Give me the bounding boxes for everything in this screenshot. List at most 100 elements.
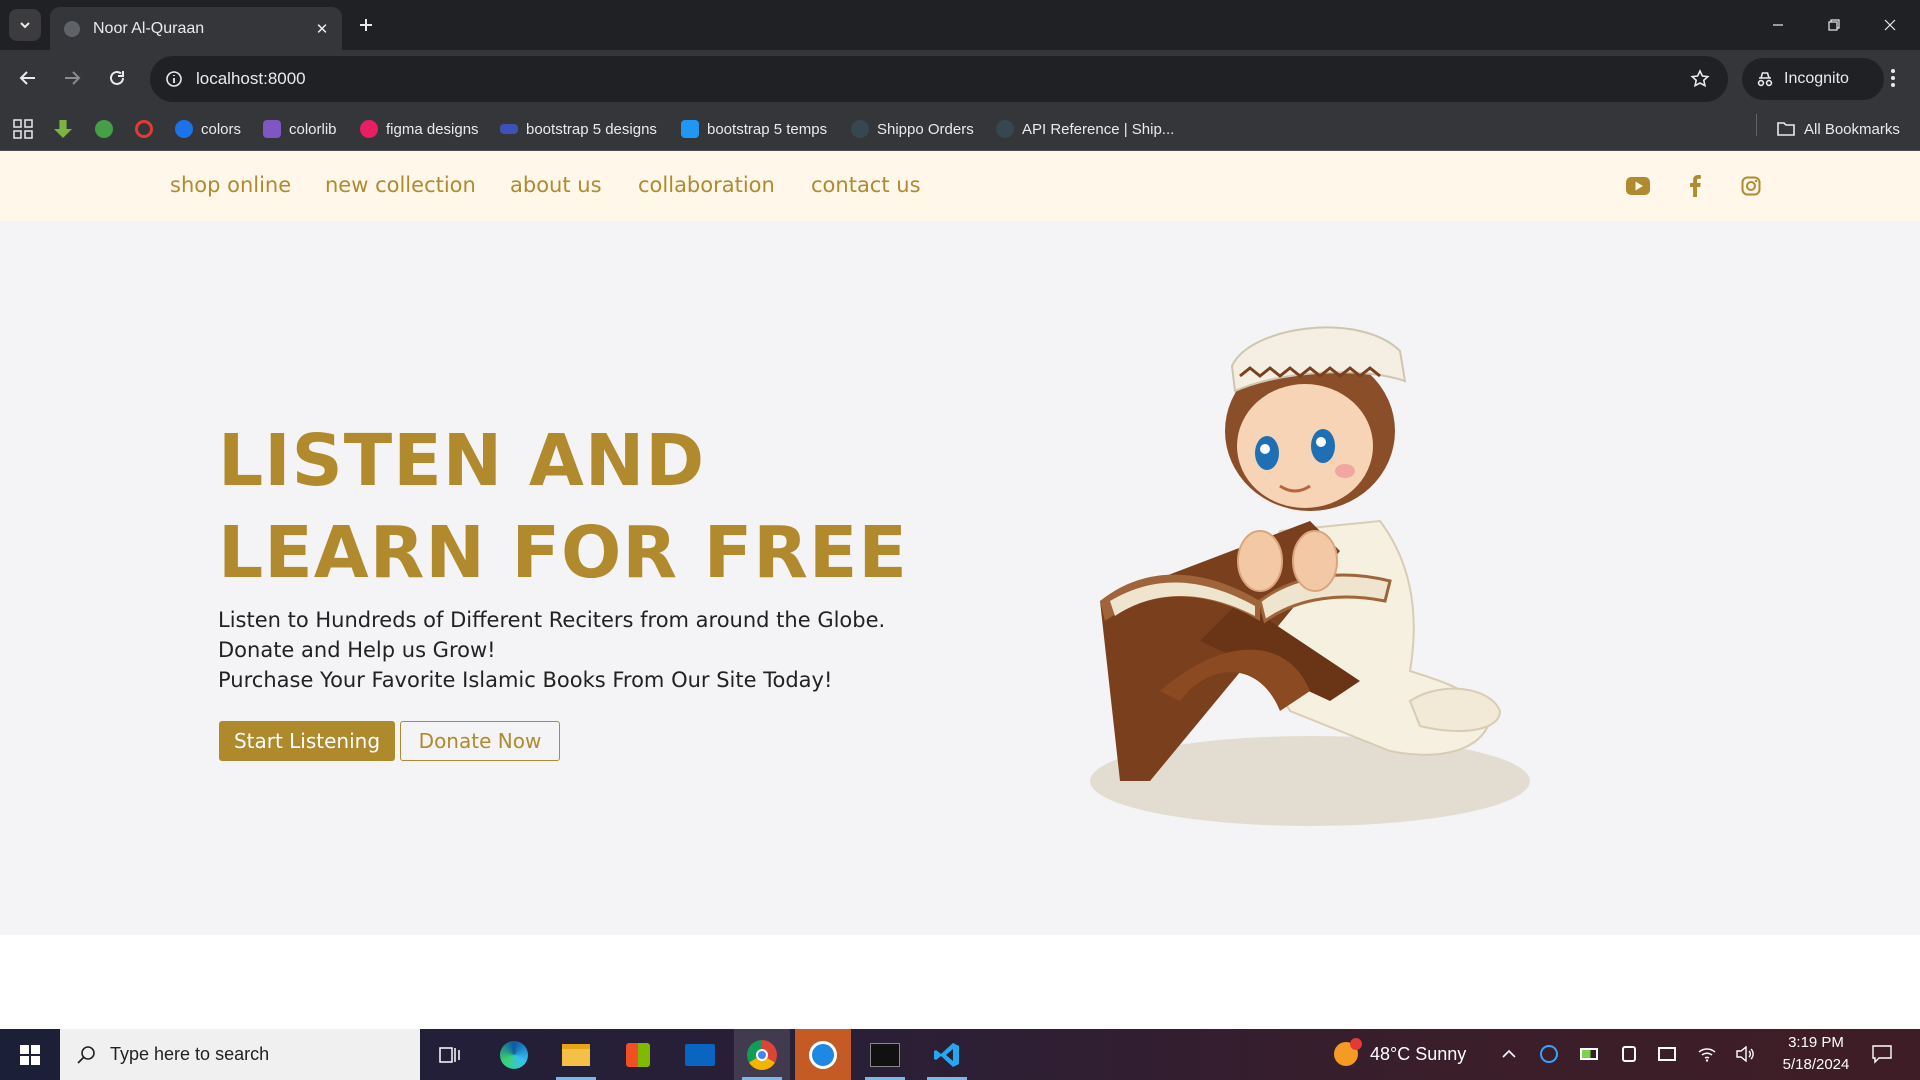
search-placeholder: Type here to search (110, 1044, 270, 1064)
back-button[interactable] (12, 62, 44, 94)
plus-icon (360, 19, 372, 31)
hero-text-line-1: Listen to Hundreds of Different Reciters… (218, 608, 886, 632)
task-view-button[interactable] (422, 1029, 478, 1080)
nav-link-new-collection[interactable]: new collection (325, 173, 476, 197)
colors-favicon-icon (175, 120, 193, 138)
bookmark-figma-designs[interactable]: figma designs (360, 117, 479, 141)
donate-now-button[interactable]: Donate Now (400, 721, 560, 761)
browser-tab-active[interactable]: Noor Al-Quraan ✕ (50, 7, 342, 50)
start-listening-button[interactable]: Start Listening (219, 721, 395, 761)
bookmark-star-icon[interactable] (1686, 65, 1714, 93)
shippo-favicon-icon (851, 120, 869, 138)
battery-icon[interactable] (1578, 1043, 1600, 1065)
forward-button[interactable] (56, 62, 88, 94)
browser-toolbar: localhost:8000 Incognito (0, 50, 1920, 107)
notifications-button[interactable] (1868, 1043, 1896, 1065)
meet-icon[interactable] (1618, 1043, 1640, 1065)
bookmark-api-reference[interactable]: API Reference | Ship... (996, 117, 1174, 141)
url-text[interactable]: localhost:8000 (196, 69, 1686, 89)
bookmarks-bar: colors colorlib figma designs bootstrap … (0, 107, 1920, 151)
wifi-icon[interactable] (1696, 1043, 1718, 1065)
all-bookmarks-button[interactable]: All Bookmarks (1776, 117, 1900, 141)
incognito-icon (1756, 71, 1774, 87)
nav-link-about-us[interactable]: about us (510, 173, 602, 197)
edge-icon (500, 1040, 528, 1069)
terminal-icon (870, 1042, 900, 1067)
hero-title: LISTEN AND LEARN FOR FREE (218, 415, 908, 599)
taskbar-chrome[interactable] (734, 1029, 790, 1080)
new-tab-button[interactable] (352, 11, 380, 39)
nav-link-contact-us[interactable]: contact us (811, 173, 921, 197)
nav-link-shop-online[interactable]: shop online (170, 173, 291, 197)
close-window-button[interactable] (1862, 0, 1918, 50)
taskbar-terminal[interactable] (857, 1029, 913, 1080)
minimize-icon (1773, 24, 1783, 26)
apps-shortcut[interactable] (12, 117, 34, 141)
film-reel-icon (809, 1040, 837, 1069)
weather-icon[interactable] (1332, 1038, 1362, 1068)
store-icon (626, 1042, 650, 1067)
vscode-icon (934, 1042, 959, 1067)
reload-button[interactable] (101, 62, 133, 94)
bookmark-fh-shortcut[interactable] (95, 117, 113, 141)
taskbar-vscode[interactable] (919, 1029, 975, 1080)
tray-app-icon[interactable] (1538, 1043, 1560, 1065)
folder-icon (1777, 122, 1795, 136)
bookmark-colorlib[interactable]: colorlib (263, 117, 337, 141)
boy-reading-quran-illustration (1090, 326, 1530, 826)
weather-text[interactable]: 48°C Sunny (1370, 1044, 1466, 1065)
clock-time[interactable]: 3:19 PM (1782, 1034, 1850, 1051)
bookmark-shippo-orders[interactable]: Shippo Orders (851, 117, 974, 141)
hero-title-line-1: LISTEN AND (218, 419, 706, 502)
shippo-favicon-icon (996, 120, 1014, 138)
notification-icon (1872, 1045, 1892, 1064)
arrow-left-icon (19, 71, 35, 85)
download-arrow-icon (54, 120, 72, 138)
tab-search-button[interactable] (9, 9, 41, 41)
taskbar-edge[interactable] (486, 1029, 542, 1080)
site-navbar: shop online new collection about us coll… (0, 151, 1920, 221)
hero-title-line-2: LEARN FOR FREE (218, 511, 908, 594)
bookmarks-divider (1756, 114, 1757, 136)
colorlib-favicon-icon (263, 120, 281, 138)
folder-icon (562, 1043, 590, 1066)
bookmark-target-shortcut[interactable] (135, 117, 153, 141)
bookmark-bootstrap-5-temps[interactable]: bootstrap 5 temps (681, 117, 827, 141)
bootstrap-favicon-icon (681, 120, 699, 138)
address-bar[interactable]: localhost:8000 (150, 56, 1728, 102)
mdb-favicon-icon (500, 124, 518, 134)
bookmark-bootstrap-5-designs[interactable]: bootstrap 5 designs (500, 117, 657, 141)
facebook-icon[interactable] (1682, 173, 1708, 199)
taskbar-app-orange[interactable] (795, 1029, 851, 1080)
minimize-button[interactable] (1750, 0, 1806, 50)
taskbar-store[interactable] (610, 1029, 666, 1080)
hero-text-line-3: Purchase Your Favorite Islamic Books Fro… (218, 668, 833, 692)
restore-button[interactable] (1806, 0, 1862, 50)
bookmark-download-shortcut[interactable] (54, 117, 72, 141)
task-view-icon (439, 1046, 460, 1063)
clock-date[interactable]: 5/18/2024 (1776, 1056, 1856, 1073)
chrome-icon (747, 1039, 777, 1070)
show-hidden-icons-button[interactable] (1498, 1043, 1520, 1065)
chevron-up-icon (1502, 1049, 1516, 1058)
display-icon[interactable] (1656, 1043, 1678, 1065)
browser-menu-button[interactable] (1878, 63, 1908, 93)
instagram-icon[interactable] (1738, 173, 1764, 199)
target-icon (135, 120, 153, 138)
search-icon (76, 1045, 96, 1065)
figma-favicon-icon (360, 120, 378, 138)
taskbar-file-explorer[interactable] (548, 1029, 604, 1080)
close-tab-icon[interactable]: ✕ (310, 17, 334, 41)
browser-tabstrip: Noor Al-Quraan ✕ (0, 0, 1920, 50)
bookmark-colors[interactable]: colors (175, 117, 241, 141)
fh-logo-icon (95, 120, 113, 138)
nav-link-collaboration[interactable]: collaboration (638, 173, 775, 197)
taskbar-search-box[interactable]: Type here to search (60, 1029, 420, 1080)
site-info-icon[interactable] (162, 67, 186, 91)
start-button[interactable] (0, 1029, 60, 1080)
windows-taskbar: Type here to search 48°C Sunny 3:19 PM 5… (0, 1029, 1920, 1080)
youtube-icon[interactable] (1625, 173, 1651, 199)
volume-icon[interactable] (1734, 1043, 1756, 1065)
incognito-indicator[interactable]: Incognito (1742, 58, 1884, 100)
taskbar-mail[interactable] (672, 1029, 728, 1080)
